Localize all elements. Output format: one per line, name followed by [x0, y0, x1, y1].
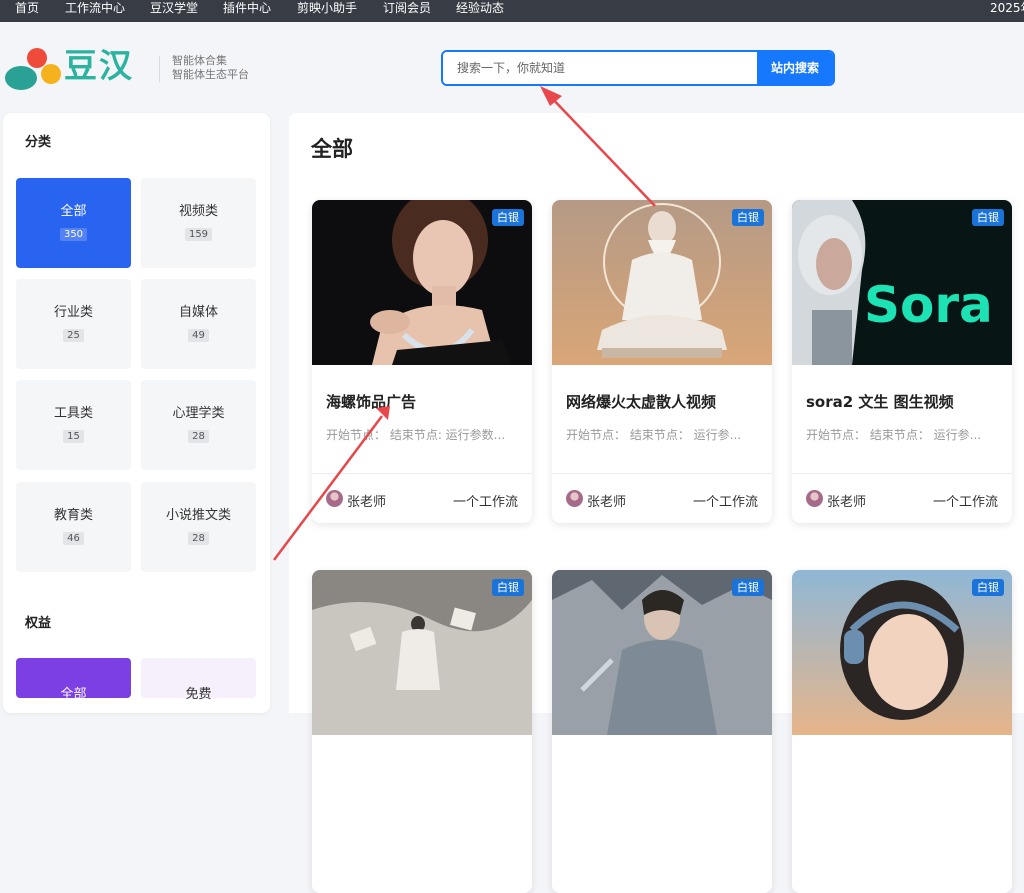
tier-badge: 白银	[492, 209, 524, 226]
workflow-card[interactable]: 白银	[552, 570, 772, 893]
author-name: 张老师	[587, 495, 627, 510]
rights-label: 全部	[60, 687, 87, 702]
card-title: 海螺饰品广告	[326, 393, 417, 411]
card-divider	[552, 473, 772, 474]
category-count: 46	[63, 532, 84, 545]
card-description: 开始节点： 结束节点： 运行参...	[806, 428, 982, 442]
search-box: 站内搜索	[441, 50, 835, 86]
tagline-2: 智能体生态平台	[172, 68, 249, 81]
workflow-card[interactable]: 白银 海螺饰品广告 开始节点： 结束节点: 运行参数... 张老师 一个工作流	[312, 200, 532, 523]
category-psychology[interactable]: 心理学类 28	[141, 380, 256, 470]
card-title: 网络爆火太虚散人视频	[566, 393, 717, 411]
category-label: 小说推文类	[165, 508, 231, 523]
category-count: 15	[63, 430, 84, 443]
workflow-count: 一个工作流	[452, 495, 518, 510]
card-title: sora2 文生 图生视频	[806, 393, 954, 411]
category-self-media[interactable]: 自媒体 49	[141, 279, 256, 369]
search-input[interactable]	[443, 52, 759, 84]
author-name: 张老师	[827, 495, 867, 510]
card-description: 开始节点： 结束节点: 运行参数...	[326, 428, 506, 442]
site-header: 豆汉 智能体合集 智能体生态平台 站内搜索	[0, 22, 1024, 114]
page-title: 全部	[311, 137, 353, 161]
workflow-card[interactable]: 白银 网络爆火太虚散人视频 开始节点： 结束节点： 运行参... 张老师 一个工…	[552, 200, 772, 523]
tier-badge: 白银	[492, 579, 524, 596]
tier-badge: 白银	[972, 209, 1004, 226]
avatar	[566, 490, 583, 507]
workflow-card[interactable]: Sora 白银 sora2 文生 图生视频 开始节点： 结束节点： 运行参...…	[792, 200, 1012, 523]
rights-all[interactable]: 全部	[16, 658, 131, 702]
category-label: 自媒体	[178, 305, 218, 320]
logo-yellow-dot	[41, 64, 61, 84]
category-count: 28	[188, 532, 209, 545]
rights-free[interactable]: 免费	[141, 658, 256, 702]
card-divider	[312, 473, 532, 474]
workflow-card[interactable]: 白银	[792, 570, 1012, 893]
category-all[interactable]: 全部 350	[16, 178, 131, 268]
category-tools[interactable]: 工具类 15	[16, 380, 131, 470]
category-count: 25	[63, 329, 84, 342]
nav-workflow-center[interactable]: 工作流中心	[65, 0, 125, 16]
logo-icon[interactable]	[5, 46, 61, 90]
card-description: 开始节点： 结束节点： 运行参...	[566, 428, 742, 442]
category-education[interactable]: 教育类 46	[16, 482, 131, 572]
category-industry[interactable]: 行业类 25	[16, 279, 131, 369]
category-label: 全部	[60, 204, 87, 219]
card-divider	[792, 473, 1012, 474]
tier-badge: 白银	[972, 579, 1004, 596]
logo-divider	[159, 56, 160, 82]
top-date: 2025年	[990, 1, 1024, 15]
workflow-count: 一个工作流	[692, 495, 758, 510]
category-label: 工具类	[53, 406, 93, 421]
tier-badge: 白银	[732, 209, 764, 226]
category-label: 教育类	[53, 508, 93, 523]
nav-jianying-helper[interactable]: 剪映小助手	[297, 0, 357, 16]
nav-douhan-school[interactable]: 豆汉学堂	[150, 0, 198, 16]
category-count: 49	[188, 329, 209, 342]
category-video[interactable]: 视频类 159	[141, 178, 256, 268]
workflow-count: 一个工作流	[932, 495, 998, 510]
brand-name[interactable]: 豆汉	[64, 46, 134, 86]
category-novel-promo[interactable]: 小说推文类 28	[141, 482, 256, 572]
category-sidebar: 分类 全部 350 视频类 159 行业类 25 自媒体 49 工具类 15 心…	[3, 113, 270, 713]
avatar	[806, 490, 823, 507]
main-content: 全部 白银 海螺饰品广告 开始节点： 结束节点: 运行参数... 张老师 一个工…	[289, 113, 1024, 893]
tier-badge: 白银	[732, 579, 764, 596]
svg-text:Sora: Sora	[864, 276, 993, 334]
nav-home[interactable]: 首页	[15, 0, 39, 16]
category-count: 350	[59, 228, 88, 241]
site-search-button[interactable]: 站内搜索	[757, 52, 833, 84]
logo-teal-dot	[5, 66, 37, 90]
rights-label: 免费	[185, 687, 212, 702]
author-name: 张老师	[347, 495, 387, 510]
nav-experience-news[interactable]: 经验动态	[456, 0, 504, 16]
category-label: 行业类	[53, 305, 93, 320]
category-count: 159	[184, 228, 213, 241]
workflow-card[interactable]: 白银	[312, 570, 532, 893]
category-label: 视频类	[178, 204, 218, 219]
category-label: 心理学类	[172, 406, 225, 421]
category-count: 28	[188, 430, 209, 443]
category-section-title: 分类	[25, 135, 52, 150]
tagline-1: 智能体合集	[172, 54, 227, 67]
avatar	[326, 490, 343, 507]
nav-plugin-center[interactable]: 插件中心	[223, 0, 271, 16]
top-nav-bar: 首页 工作流中心 豆汉学堂 插件中心 剪映小助手 订阅会员 经验动态 2025年	[0, 0, 1024, 22]
rights-section-title: 权益	[25, 616, 52, 631]
nav-subscription[interactable]: 订阅会员	[383, 0, 431, 16]
